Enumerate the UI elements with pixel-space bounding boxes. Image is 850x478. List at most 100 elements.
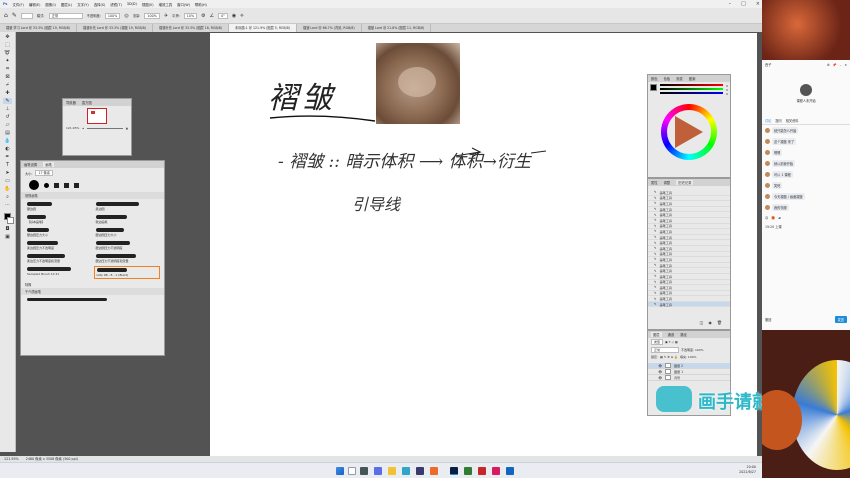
- tab-materials[interactable]: 相关资料: [786, 118, 799, 123]
- tab-gradients[interactable]: 渐变: [676, 76, 683, 81]
- gear-icon[interactable]: ⚙: [201, 13, 205, 19]
- dodge-tool-icon[interactable]: ◐: [3, 146, 12, 152]
- tab-brushes[interactable]: 画笔: [43, 162, 54, 167]
- red-slider[interactable]: [660, 84, 724, 86]
- eyedropper-tool-icon[interactable]: ⌿: [3, 82, 12, 88]
- stamp-tool-icon[interactable]: ⊥: [3, 106, 12, 112]
- brush-item[interactable]: Sampled Brush 10 21: [25, 266, 92, 279]
- menu-item[interactable]: 增效工具: [159, 2, 173, 7]
- brush-item[interactable]: 软边画笔: [94, 214, 161, 225]
- withdraw-label[interactable]: 撤回: [765, 317, 771, 322]
- doc-tab[interactable]: 褶皱 Lord @ 21.8% (图层 11, RGB/8): [362, 24, 432, 32]
- layer-row[interactable]: 👁 背景: [648, 375, 730, 381]
- angle-input[interactable]: 0°: [218, 12, 228, 19]
- zoom-tool-icon[interactable]: ⌕: [3, 194, 12, 200]
- menu-item[interactable]: 文字(Y): [77, 2, 89, 7]
- tab-color[interactable]: 颜色: [651, 76, 658, 81]
- type-tool-icon[interactable]: T: [3, 162, 12, 168]
- tab-swatches[interactable]: 色板: [664, 76, 671, 81]
- smooth-input[interactable]: 10%: [183, 12, 198, 19]
- layer-opacity[interactable]: 不透明度: 100%: [681, 348, 704, 352]
- color-triangle[interactable]: [675, 116, 703, 148]
- eye-icon[interactable]: 👁: [658, 376, 662, 380]
- brush-item[interactable]: 硬边圆: [25, 201, 92, 212]
- task-view-icon[interactable]: [360, 467, 368, 475]
- fg-color-swatch[interactable]: [650, 84, 657, 91]
- mode-select[interactable]: 正常: [48, 12, 83, 19]
- recent-brush-dot[interactable]: [64, 182, 69, 188]
- magic-wand-tool-icon[interactable]: ✦: [3, 58, 12, 64]
- app-icon[interactable]: [478, 467, 486, 475]
- menu-item[interactable]: 窗口(W): [177, 2, 190, 7]
- zoom-slider[interactable]: [86, 127, 123, 129]
- recent-brush-dot[interactable]: [54, 182, 59, 188]
- minimize-icon[interactable]: –: [840, 63, 842, 67]
- brush-item[interactable]: 柔边圆压力不透明度: [25, 240, 92, 251]
- tab-patterns[interactable]: 图案: [689, 76, 696, 81]
- menu-item[interactable]: 帮助(H): [195, 2, 207, 7]
- avatar[interactable]: [765, 128, 770, 133]
- tab-brush-settings[interactable]: 画笔设置: [24, 162, 37, 167]
- trash-icon[interactable]: 🗑: [717, 320, 722, 325]
- home-icon[interactable]: ⌂: [4, 12, 8, 19]
- layer-kind-select[interactable]: 类型: [651, 339, 664, 345]
- frame-tool-icon[interactable]: ⊠: [3, 74, 12, 80]
- doc-tab[interactable]: 褶皱补充 Lord @ 33.3% (图层 18, RGB/8): [153, 24, 230, 32]
- marquee-tool-icon[interactable]: ⬚: [3, 42, 12, 48]
- menu-item[interactable]: 视图(V): [142, 2, 154, 7]
- start-icon[interactable]: [336, 467, 344, 475]
- lock-icons[interactable]: ▦ ✎ ✥ ⊡ 🔒: [660, 355, 678, 359]
- doc-tab[interactable]: 褶皱 学习 Lord @ 33.3% (图层 19, RGB/8): [0, 24, 78, 32]
- tab-adjustments[interactable]: 调整: [664, 180, 671, 185]
- menu-item[interactable]: 3D(D): [127, 2, 137, 6]
- pressure-size-icon[interactable]: ◉: [232, 13, 236, 19]
- tab-properties[interactable]: 属性: [651, 180, 658, 185]
- brush-item[interactable]: 硬边圆压力不透明度: [94, 240, 161, 251]
- tab-layers[interactable]: 图层: [651, 332, 662, 337]
- opacity-input[interactable]: 100%: [104, 12, 121, 19]
- menu-item[interactable]: 滤镜(T): [110, 2, 122, 7]
- avatar[interactable]: [765, 183, 770, 188]
- background-color-swatch[interactable]: [6, 217, 14, 224]
- shape-tool-icon[interactable]: ▭: [3, 178, 12, 184]
- b-value[interactable]: 0: [726, 92, 728, 96]
- brush-preset-picker[interactable]: [20, 12, 33, 19]
- menu-item[interactable]: 编辑(E): [29, 2, 41, 7]
- tab-discussion[interactable]: 讨论: [765, 118, 771, 123]
- brush-group-dry[interactable]: 干介质画笔: [21, 288, 164, 295]
- zoom-out-icon[interactable]: ▴: [82, 126, 84, 130]
- lasso-tool-icon[interactable]: ➰: [3, 50, 12, 56]
- tab-paths[interactable]: 路径: [680, 332, 687, 337]
- gradient-tool-icon[interactable]: ▤: [3, 130, 12, 136]
- avatar[interactable]: [765, 194, 770, 199]
- blur-tool-icon[interactable]: 💧: [3, 138, 12, 144]
- airbrush-icon[interactable]: ✈: [164, 13, 168, 19]
- doc-tab[interactable]: 褶皱补充 Lord @ 33.3% (褶皱 19, RGB/8): [77, 24, 154, 32]
- close-icon[interactable]: ×: [756, 0, 760, 8]
- snapshot-icon[interactable]: ◫: [700, 320, 704, 325]
- app-icon[interactable]: [430, 467, 438, 475]
- file-explorer-icon[interactable]: [388, 467, 396, 475]
- brush-item[interactable]: 柔边压力不透明度和流量: [25, 253, 92, 264]
- zoom-in-icon[interactable]: ▲: [126, 126, 128, 130]
- blue-slider[interactable]: [660, 92, 724, 94]
- eye-icon[interactable]: 👁: [658, 370, 662, 374]
- brush-item[interactable]: LOG 98 - 8 - 1 (Build): [93, 266, 160, 279]
- clock[interactable]: 20:00 2022/8/27: [739, 465, 756, 475]
- tab-channels[interactable]: 通道: [668, 332, 675, 337]
- menu-item[interactable]: 选择(S): [94, 2, 106, 7]
- layer-fill[interactable]: 填充: 100%: [680, 355, 697, 359]
- pressure-opacity-icon[interactable]: ◎: [124, 13, 128, 19]
- brush-item[interactable]: 硬边圆压力大小: [94, 227, 161, 238]
- brush-item[interactable]: 柔边圆: [94, 201, 161, 212]
- menu-item[interactable]: 图层(L): [61, 2, 72, 7]
- crop-tool-icon[interactable]: ⌗: [3, 66, 12, 72]
- green-slider[interactable]: [660, 88, 724, 90]
- screen-mode-icon[interactable]: ▣: [3, 234, 12, 240]
- photoshop-taskbar-icon[interactable]: [450, 467, 458, 475]
- color-wheel[interactable]: [661, 104, 717, 160]
- symmetry-icon[interactable]: ⟡: [240, 13, 243, 19]
- settings-icon[interactable]: ⚙: [827, 63, 830, 67]
- recent-brush-dot[interactable]: [44, 182, 49, 188]
- store-icon[interactable]: [416, 467, 424, 475]
